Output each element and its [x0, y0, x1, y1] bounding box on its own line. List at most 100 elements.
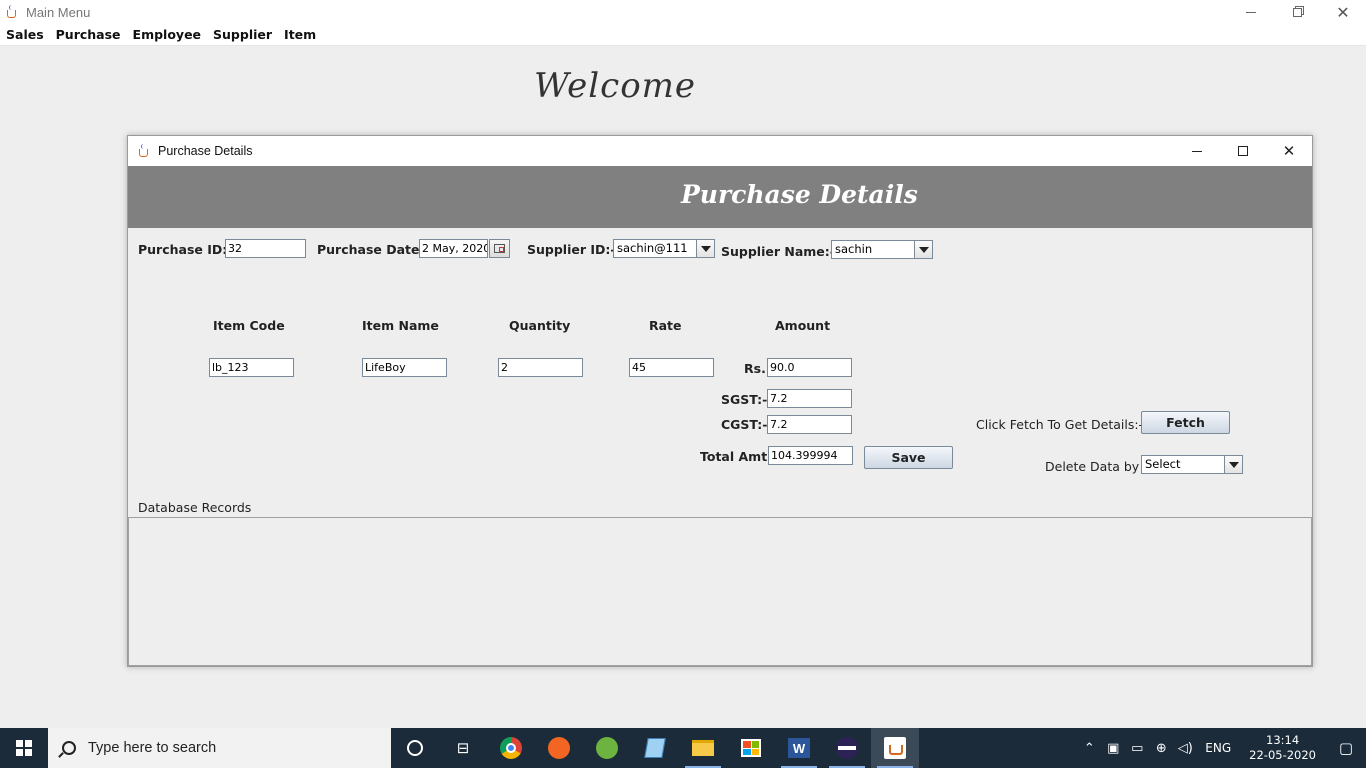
rs-label: Rs. [744, 361, 766, 376]
taskbar-search[interactable]: Type here to search [48, 728, 391, 768]
dialog-close-button[interactable]: ✕ [1266, 136, 1312, 166]
fetch-hint-label: Click Fetch To Get Details:- [976, 417, 1144, 432]
battery-icon[interactable]: ▭ [1125, 741, 1149, 756]
calendar-icon [494, 244, 505, 253]
notepad-taskbar-button[interactable] [631, 728, 679, 768]
item-name-input[interactable]: LifeBoy [362, 358, 447, 377]
dialog-maximize-button[interactable] [1220, 136, 1266, 166]
dialog-title: Purchase Details [158, 144, 253, 158]
purchase-date-input[interactable]: 2 May, 2020 [419, 239, 488, 258]
fetch-button[interactable]: Fetch [1141, 411, 1230, 434]
spring-icon [596, 737, 618, 759]
purchase-id-input[interactable]: 32 [225, 239, 306, 258]
start-button[interactable] [0, 728, 48, 768]
menu-employee[interactable]: Employee [127, 27, 208, 42]
item-code-input[interactable]: lb_123 [209, 358, 294, 377]
java-taskbar-button[interactable] [871, 728, 919, 768]
store-icon [741, 739, 761, 757]
total-amount-input[interactable]: 104.399994 [768, 446, 853, 465]
delete-by-value: Select [1145, 457, 1181, 471]
clock-date: 22-05-2020 [1249, 748, 1316, 762]
menu-item[interactable]: Item [278, 27, 322, 42]
total-amount-label: Total Amt. [700, 449, 772, 464]
restore-button[interactable] [1274, 0, 1320, 24]
clock-time: 13:14 [1266, 733, 1300, 747]
database-records-table[interactable] [128, 517, 1312, 666]
close-icon: ✕ [1282, 142, 1296, 160]
language-indicator[interactable]: ENG [1197, 741, 1239, 755]
col-amount: Amount [775, 318, 831, 333]
col-quantity: Quantity [509, 318, 571, 333]
notification-icon: ▢ [1338, 739, 1354, 757]
welcome-heading: Welcome [534, 66, 697, 106]
col-rate: Rate [649, 318, 682, 333]
notepad-icon [644, 738, 666, 758]
spring-taskbar-button[interactable] [583, 728, 631, 768]
minimize-icon [1246, 11, 1256, 13]
cortana-button[interactable] [391, 728, 439, 768]
task-view-button[interactable]: ⊟ [439, 728, 487, 768]
date-picker-button[interactable] [489, 239, 510, 258]
header-band: Purchase Details [128, 166, 1312, 228]
purchase-id-label: Purchase ID:- [138, 242, 233, 257]
quantity-input[interactable]: 2 [498, 358, 583, 377]
postman-icon [548, 737, 570, 759]
purchase-details-dialog: Purchase Details ✕ Purchase Details Purc… [127, 135, 1313, 667]
taskbar: Type here to search ⊟ W ⌃ ▣ ▭ ⊕ ◁) ENG 1… [0, 728, 1366, 768]
search-icon [62, 741, 76, 755]
chevron-down-icon[interactable] [914, 241, 932, 258]
chrome-taskbar-button[interactable] [487, 728, 535, 768]
col-item-name: Item Name [362, 318, 439, 333]
supplier-name-value: sachin [835, 242, 873, 256]
chevron-up-icon[interactable]: ⌃ [1077, 741, 1101, 756]
word-icon: W [788, 738, 810, 758]
dialog-minimize-button[interactable] [1174, 136, 1220, 166]
eclipse-taskbar-button[interactable] [823, 728, 871, 768]
chevron-down-icon[interactable] [696, 240, 714, 257]
supplier-id-select[interactable]: sachin@111 [613, 239, 715, 258]
supplier-name-select[interactable]: sachin [831, 240, 933, 259]
sgst-input[interactable]: 7.2 [767, 389, 852, 408]
network-icon[interactable]: ⊕ [1149, 741, 1173, 756]
main-window-titlebar: Main Menu ✕ [0, 0, 1366, 24]
java-icon [884, 737, 906, 759]
minimize-button[interactable] [1228, 0, 1274, 24]
folder-icon [692, 740, 714, 756]
delete-by-select[interactable]: Select [1141, 455, 1243, 474]
clock[interactable]: 13:14 22-05-2020 [1239, 733, 1326, 763]
database-records-label: Database Records [138, 500, 252, 515]
close-icon: ✕ [1336, 2, 1350, 22]
col-item-code: Item Code [213, 318, 285, 333]
maximize-icon [1238, 146, 1248, 156]
java-app-icon [4, 4, 20, 20]
word-taskbar-button[interactable]: W [775, 728, 823, 768]
device-icon[interactable]: ▣ [1101, 741, 1125, 756]
notification-button[interactable]: ▢ [1326, 739, 1366, 757]
window-title: Main Menu [26, 4, 91, 20]
menu-purchase[interactable]: Purchase [50, 27, 127, 42]
task-view-icon: ⊟ [456, 739, 470, 757]
store-taskbar-button[interactable] [727, 728, 775, 768]
cgst-input[interactable]: 7.2 [767, 415, 852, 434]
cgst-label: CGST:- [721, 417, 768, 432]
supplier-id-label: Supplier ID:- [527, 242, 616, 257]
supplier-name-label: Supplier Name:- [721, 244, 835, 259]
eclipse-icon [836, 737, 858, 759]
rate-input[interactable]: 45 [629, 358, 714, 377]
search-placeholder: Type here to search [88, 740, 217, 756]
purchase-date-label: Purchase Date:- [317, 242, 430, 257]
java-app-icon [136, 143, 152, 159]
save-button[interactable]: Save [864, 446, 953, 469]
postman-taskbar-button[interactable] [535, 728, 583, 768]
volume-icon[interactable]: ◁) [1173, 741, 1197, 756]
delete-by-label: Delete Data by [1045, 459, 1140, 474]
system-tray: ⌃ ▣ ▭ ⊕ ◁) ENG 13:14 22-05-2020 ▢ [1077, 728, 1366, 768]
menu-sales[interactable]: Sales [0, 27, 50, 42]
menubar: Sales Purchase Employee Supplier Item [0, 24, 1366, 46]
chevron-down-icon[interactable] [1224, 456, 1242, 473]
menu-supplier[interactable]: Supplier [207, 27, 278, 42]
dialog-titlebar: Purchase Details ✕ [128, 136, 1312, 166]
file-explorer-taskbar-button[interactable] [679, 728, 727, 768]
close-button[interactable]: ✕ [1320, 0, 1366, 24]
amount-input[interactable]: 90.0 [767, 358, 852, 377]
